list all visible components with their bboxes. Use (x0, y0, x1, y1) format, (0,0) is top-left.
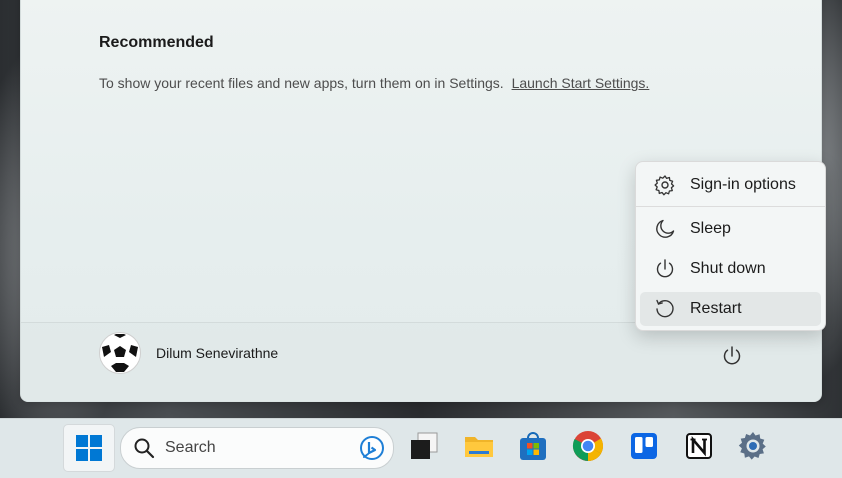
search-placeholder: Search (165, 439, 216, 456)
power-menu: Sign-in options Sleep Shut down Restart (635, 161, 826, 331)
store-bag-icon (520, 432, 546, 460)
folder-icon (465, 437, 493, 457)
launch-start-settings-link[interactable]: Launch Start Settings. (512, 75, 650, 91)
soccer-ball-icon (101, 334, 139, 372)
start-menu-footer (21, 322, 821, 402)
trello-button[interactable] (626, 428, 662, 464)
sleep-item[interactable]: Sleep (640, 212, 821, 246)
notion-icon (686, 433, 712, 459)
recommended-title: Recommended (99, 34, 214, 51)
shut-down-label: Shut down (690, 260, 766, 277)
notion-button[interactable] (681, 428, 717, 464)
task-view-button[interactable] (406, 428, 442, 464)
avatar[interactable] (99, 332, 141, 374)
gear-icon (654, 174, 676, 196)
sign-in-options-label: Sign-in options (690, 176, 796, 193)
sleep-label: Sleep (690, 220, 731, 237)
restart-icon (654, 298, 676, 320)
power-button[interactable] (715, 339, 749, 373)
trello-icon (631, 433, 657, 459)
start-button[interactable] (63, 424, 115, 472)
moon-icon (654, 218, 676, 240)
windows-logo-icon (76, 435, 102, 461)
taskbar-search-box[interactable]: Search (120, 427, 394, 469)
settings-button[interactable] (735, 428, 771, 464)
menu-divider (636, 206, 825, 207)
sign-in-options-item[interactable]: Sign-in options (640, 168, 821, 202)
search-icon (134, 438, 155, 459)
task-view-icon (411, 432, 438, 459)
settings-gear-icon (738, 432, 766, 460)
restart-item[interactable]: Restart (640, 292, 821, 326)
power-icon (723, 346, 741, 365)
restart-label: Restart (690, 300, 742, 317)
recommended-message: To show your recent files and new apps, … (99, 75, 649, 91)
chrome-icon (572, 431, 604, 461)
file-explorer-button[interactable] (461, 428, 497, 464)
user-name[interactable]: Dilum Senevirathne (156, 345, 278, 361)
power-icon (654, 258, 676, 280)
shut-down-item[interactable]: Shut down (640, 252, 821, 286)
chrome-button[interactable] (570, 428, 606, 464)
bing-chat-icon[interactable] (359, 435, 385, 461)
microsoft-store-button[interactable] (515, 428, 551, 464)
recommended-text: To show your recent files and new apps, … (99, 75, 504, 91)
